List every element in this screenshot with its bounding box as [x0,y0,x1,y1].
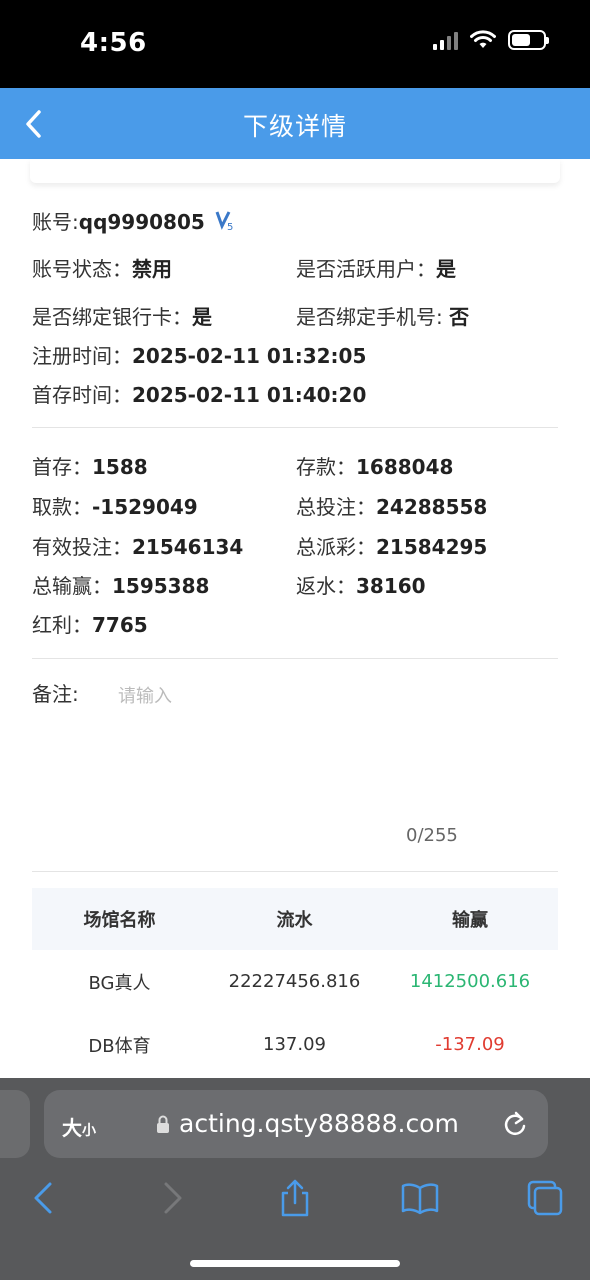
winloss-value: 1412500.616 [409,971,531,992]
turnover-value: 22227456.816 [228,971,361,992]
account-value: qq9990805 [78,210,205,234]
signal-icon [433,30,458,50]
stat-label: 取款： [32,495,92,519]
stat-label: 有效投注： [32,535,132,559]
active-user-value: 是 [436,257,456,281]
bookmarks-icon[interactable] [400,1178,440,1218]
first-deposit-time-row: 首存时间：2025-02-11 01:40:20 [32,382,366,408]
account-status-label: 账号状态： [32,257,132,281]
status-icons [433,30,549,50]
account-label: 账号: [32,210,79,234]
vip-badge-icon: 5 [215,211,234,233]
stat-label: 总输赢： [32,574,112,598]
venue-table: 场馆名称 流水 输赢 BG真人 22227456.816 1412500.616… [32,888,558,1076]
share-icon[interactable] [275,1178,315,1218]
remark-char-count: 0/255 [406,825,458,846]
url-text: acting.qsty88888.com [179,1109,459,1138]
text-size-small: 小 [82,1123,96,1139]
stat-bonus: 红利：7765 [32,612,148,638]
remark-input[interactable] [118,682,548,822]
stat-value: 38160 [356,574,426,598]
remark-label: 备注: [32,682,79,706]
page-title: 下级详情 [242,112,347,141]
winloss-value: -137.09 [435,1034,505,1055]
reload-icon[interactable] [502,1110,528,1138]
bank-card-value: 是 [192,305,212,329]
stat-first-deposit: 首存：1588 [32,454,148,480]
bank-card-label: 是否绑定银行卡： [32,305,192,329]
lock-icon [157,1115,169,1133]
table-row: DB体育 137.09 -137.09 [32,1013,558,1076]
stat-value: 7765 [92,613,148,637]
stat-withdraw: 取款：-1529049 [32,494,198,520]
text-size-button[interactable]: 大小 [62,1112,96,1141]
active-user-label: 是否活跃用户： [296,257,436,281]
divider [32,871,558,872]
header-turnover: 流水 [276,910,313,931]
forward-icon[interactable] [152,1178,192,1218]
browser-toolbar [0,1170,590,1226]
back-icon[interactable] [24,1178,64,1218]
account-status-row: 账号状态：禁用 [32,256,172,282]
stat-rebate: 返水：38160 [296,573,426,599]
stat-label: 返水： [296,574,356,598]
venue-name: BG真人 [88,972,151,994]
register-time-label: 注册时间： [32,344,132,368]
venue-name: DB体育 [88,1035,151,1057]
home-indicator [190,1260,400,1267]
divider [32,658,558,659]
phone-bound-value: 否 [449,305,470,329]
stat-total-payout: 总派彩：21584295 [296,534,487,560]
header-winloss: 输赢 [452,910,488,931]
stat-total-bet: 总投注：24288558 [296,494,487,520]
first-deposit-time-label: 首存时间： [32,383,132,407]
stat-value: 21584295 [376,535,488,559]
stat-value: 21546134 [132,535,244,559]
first-deposit-time-value: 2025-02-11 01:40:20 [132,383,367,407]
stat-valid-bet: 有效投注：21546134 [32,534,243,560]
stat-value: 1588 [92,455,148,479]
header-venue: 场馆名称 [83,910,156,931]
turnover-value: 137.09 [263,1034,326,1055]
stat-label: 总投注： [296,495,376,519]
svg-text:5: 5 [227,222,233,231]
stat-value: 1688048 [356,455,454,479]
nav-bar: 下级详情 [0,88,590,159]
stat-value: 1595388 [112,574,210,598]
tabs-icon[interactable] [525,1178,565,1218]
stat-value: 24288558 [376,495,488,519]
stat-label: 存款： [296,455,356,479]
divider [32,427,558,428]
register-time-row: 注册时间：2025-02-11 01:32:05 [32,343,366,369]
address-bar[interactable]: 大小 acting.qsty88888.com [44,1090,548,1158]
table-header: 场馆名称 流水 输赢 [32,888,558,950]
register-time-value: 2025-02-11 01:32:05 [132,344,367,368]
account-row: 账号:qq9990805 5 [32,209,237,235]
stat-value: -1529049 [92,495,198,519]
bank-card-row: 是否绑定银行卡：是 [32,304,212,330]
stat-label: 红利： [32,613,92,637]
active-user-row: 是否活跃用户：是 [296,256,456,282]
stat-label: 首存： [32,455,92,479]
status-bar: 4:56 [0,0,590,88]
battery-icon [508,30,549,50]
stat-deposit: 存款：1688048 [296,454,453,480]
text-size-large: 大 [62,1116,82,1140]
table-row: BG真人 22227456.816 1412500.616 [32,950,558,1013]
phone-bound-row: 是否绑定手机号: 否 [296,304,469,330]
stat-label: 总派彩： [296,535,376,559]
status-time: 4:56 [80,28,147,58]
stat-total-winloss: 总输赢：1595388 [32,573,209,599]
phone-bound-label: 是否绑定手机号: [296,305,443,329]
account-status-value: 禁用 [132,257,172,281]
wifi-icon [470,30,496,48]
previous-tab-preview[interactable] [0,1090,30,1158]
summary-card-edge [30,159,560,183]
